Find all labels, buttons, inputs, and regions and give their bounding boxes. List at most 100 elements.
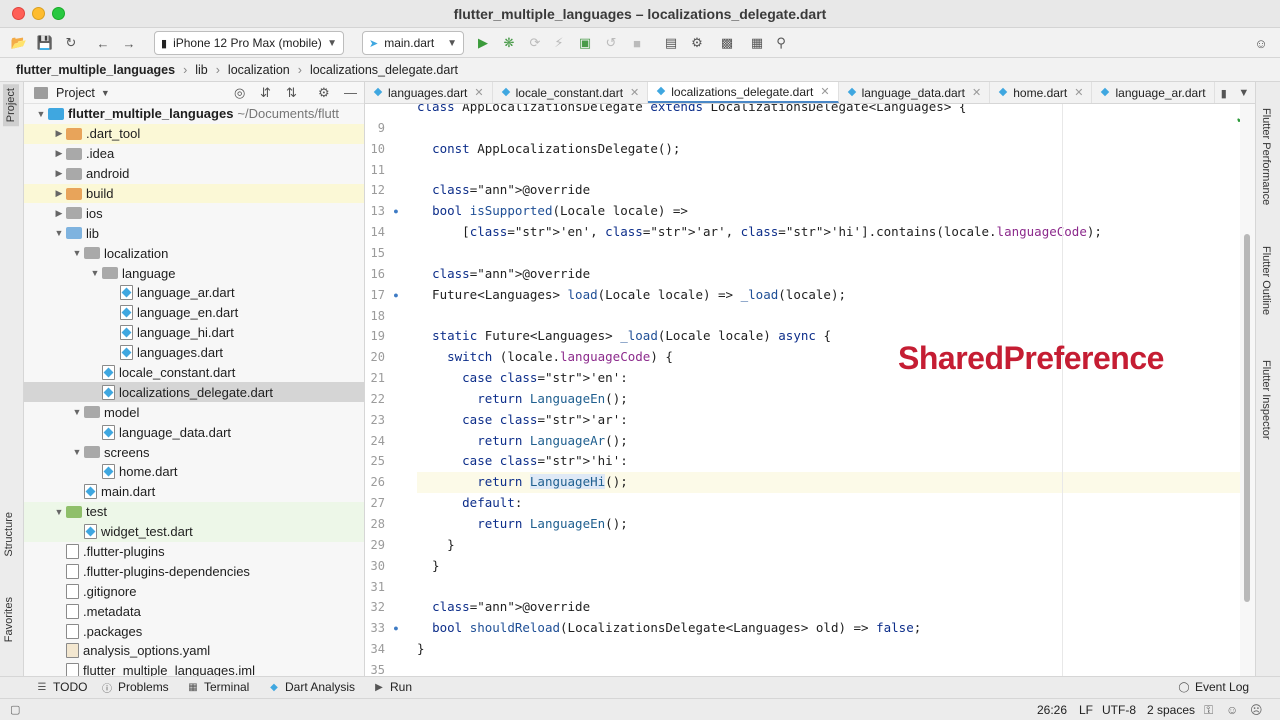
line-separator[interactable]: LF (1079, 703, 1093, 717)
run-icon[interactable]: ▶ (474, 34, 492, 52)
close-icon[interactable]: ✕ (972, 86, 981, 99)
breadcrumb-item-file[interactable]: localizations_delegate.dart (310, 63, 458, 77)
device-selector[interactable]: ▮ iPhone 12 Pro Max (mobile) ▼ (154, 31, 344, 55)
tree-folder[interactable]: ▼ lib (24, 223, 364, 243)
locate-file-icon[interactable]: ◎ (234, 85, 245, 101)
avd-manager-icon[interactable]: ⚙ (688, 34, 706, 52)
code-line[interactable]: return LanguageAr(); (417, 431, 1255, 452)
close-icon[interactable]: ✕ (820, 85, 829, 98)
tree-file[interactable]: analysis_options.yaml (24, 641, 364, 661)
code-line[interactable]: } (417, 556, 1255, 577)
tree-file[interactable]: languages.dart (24, 343, 364, 363)
code-line[interactable]: } (417, 535, 1255, 556)
chevron-down-icon[interactable]: ▼ (70, 447, 84, 457)
stop-icon[interactable]: ■ (628, 34, 646, 52)
forward-arrow-icon[interactable]: → (120, 34, 138, 52)
feedback-face-icon[interactable]: ☹ (1250, 703, 1263, 717)
code-line[interactable]: const AppLocalizationsDelegate(); (417, 139, 1255, 160)
code-line[interactable]: class="ann">@override (417, 597, 1255, 618)
chevron-right-icon[interactable]: ▶ (52, 188, 66, 199)
breadcrumb-item-lib[interactable]: lib (195, 63, 208, 77)
project-structure-icon[interactable]: ▩ (718, 34, 736, 52)
debug-icon[interactable]: ❋ (500, 34, 518, 52)
hide-panel-icon[interactable]: — (344, 85, 357, 100)
tree-folder[interactable]: ▶ .idea (24, 144, 364, 164)
tree-file[interactable]: main.dart (24, 482, 364, 502)
tree-file[interactable]: .flutter-plugins (24, 542, 364, 562)
tree-file[interactable]: localizations_delegate.dart (24, 382, 364, 403)
code-line[interactable] (417, 243, 1255, 264)
tree-folder[interactable]: ▶ ios (24, 203, 364, 223)
hot-restart-icon[interactable]: ↺ (602, 34, 620, 52)
tree-file[interactable]: home.dart (24, 462, 364, 482)
project-view-label[interactable]: Project (56, 86, 95, 100)
run-tool-button[interactable]: ▶ Run (373, 680, 412, 694)
tree-file[interactable]: language_hi.dart (24, 323, 364, 343)
tree-file[interactable]: locale_constant.dart (24, 363, 364, 383)
lock-icon[interactable]: ⚿ (1204, 703, 1213, 718)
save-icon[interactable]: 💾 (36, 34, 54, 52)
tree-folder[interactable]: ▶ .dart_tool (24, 123, 364, 144)
code-line[interactable]: [class="str">'en', class="str">'ar', cla… (417, 222, 1255, 243)
close-icon[interactable]: ✕ (630, 86, 639, 99)
code-line[interactable]: class AppLocalizationsDelegate extends L… (417, 104, 1255, 118)
tree-file[interactable]: language_ar.dart (24, 283, 364, 303)
gear-icon[interactable]: ⚙ (318, 85, 330, 101)
code-line[interactable]: case class="str">'hi': (417, 451, 1255, 472)
code-line[interactable]: case class="str">'ar': (417, 410, 1255, 431)
dart-analysis-tool-button[interactable]: ◆ Dart Analysis (268, 680, 355, 694)
code-line[interactable]: return LanguageEn(); (417, 389, 1255, 410)
chevron-down-icon[interactable]: ▼ (34, 109, 48, 119)
structure-tool-tab[interactable]: Structure (3, 512, 15, 557)
override-marker-icon[interactable]: ● (391, 618, 401, 639)
close-icon[interactable]: ✕ (474, 86, 483, 99)
chevron-down-icon[interactable]: ▼ (1238, 87, 1249, 99)
override-marker-icon[interactable]: ● (391, 201, 401, 222)
code-line[interactable]: class="ann">@override (417, 264, 1255, 285)
tree-folder[interactable]: ▼ language (24, 263, 364, 283)
chevron-down-icon[interactable]: ▼ (70, 407, 84, 417)
expand-all-icon[interactable]: ⇵ (260, 85, 271, 101)
code-line[interactable] (417, 118, 1255, 139)
favorites-tool-tab[interactable]: Favorites (3, 597, 15, 642)
chevron-down-icon[interactable]: ▼ (101, 88, 110, 98)
code-line[interactable] (417, 306, 1255, 327)
tree-folder[interactable]: ▼ localization (24, 243, 364, 263)
tab-overflow[interactable]: ▮ ▼ (1215, 82, 1255, 103)
editor-tab[interactable]: locale_constant.dart ✕ (493, 82, 649, 103)
run-config-selector[interactable]: ➤ main.dart ▼ (362, 31, 464, 55)
tree-folder[interactable]: ▼ flutter_multiple_languages ~/Documents/f… (24, 104, 364, 124)
editor-tab[interactable]: home.dart ✕ (990, 82, 1093, 103)
sync-icon[interactable]: ↻ (62, 34, 80, 52)
editor-tab[interactable]: language_ar.dart (1092, 82, 1215, 103)
tree-folder[interactable]: ▶ android (24, 164, 364, 184)
tree-file[interactable]: flutter_multiple_languages.iml (24, 661, 364, 676)
attach-debugger-icon[interactable]: ⟳ (526, 34, 544, 52)
chevron-down-icon[interactable]: ▼ (88, 268, 102, 278)
event-log-tool-button[interactable]: ◯ Event Log (1178, 680, 1249, 694)
code-line[interactable] (417, 577, 1255, 598)
editor-tab[interactable]: language_data.dart ✕ (839, 82, 991, 103)
indent-setting[interactable]: 2 spaces (1147, 703, 1195, 717)
terminal-tool-button[interactable]: ▦ Terminal (187, 680, 249, 694)
tree-file[interactable]: language_en.dart (24, 303, 364, 323)
terminal-window-icon[interactable]: ▦ (748, 34, 766, 52)
code-line[interactable]: bool isSupported(Locale locale) => (417, 201, 1255, 222)
user-account-icon[interactable]: ☺ (1252, 34, 1270, 52)
tree-file[interactable]: language_data.dart (24, 422, 364, 442)
code-line[interactable]: return LanguageHi(); (417, 472, 1255, 494)
code-line[interactable]: class="ann">@override (417, 180, 1255, 201)
inspector-face-icon[interactable]: ☺ (1226, 703, 1238, 717)
code-line[interactable] (417, 660, 1255, 676)
tree-file[interactable]: .packages (24, 621, 364, 641)
code-line[interactable]: bool shouldReload(LocalizationsDelegate<… (417, 618, 1255, 639)
panel-toggle-icon[interactable]: ▢ (10, 703, 20, 716)
code-line[interactable]: return LanguageEn(); (417, 514, 1255, 535)
code-editor[interactable]: 9 10 11 12 13 ● 14 15 16 17 ● 18 19 20 21 22 23 24 25 26 27 2… (365, 104, 1255, 676)
more-tabs-icon[interactable]: ▮ (1221, 87, 1227, 100)
breadcrumb-item-project[interactable]: flutter_multiple_languages (16, 63, 175, 77)
back-arrow-icon[interactable]: ← (94, 34, 112, 52)
code-line[interactable]: default: (417, 493, 1255, 514)
open-folder-icon[interactable]: 📂 (10, 34, 28, 52)
code-line[interactable]: } (417, 639, 1255, 660)
